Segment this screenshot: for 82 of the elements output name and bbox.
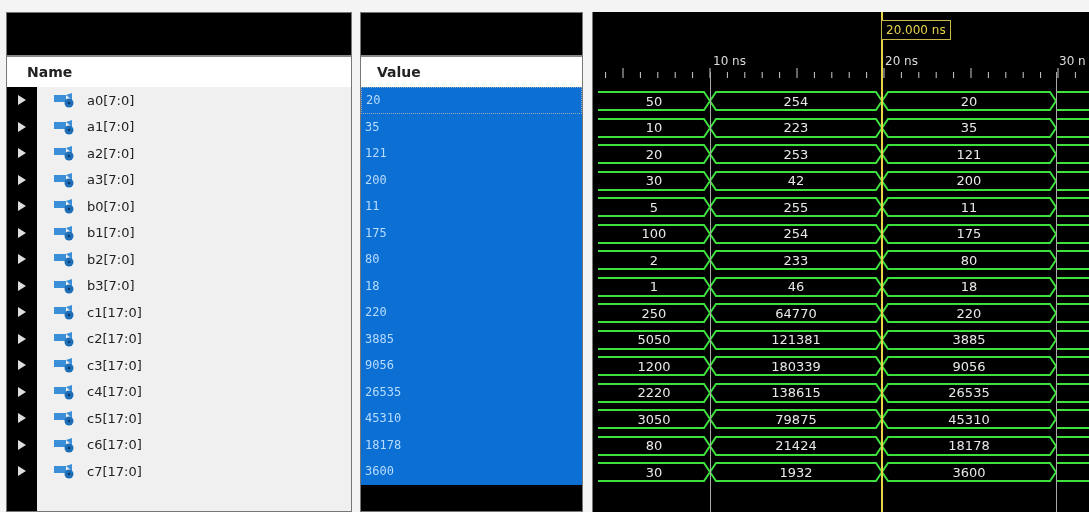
bus-segment: 1 xyxy=(598,273,710,300)
expand-arrow-icon[interactable] xyxy=(17,94,27,107)
signal-value[interactable]: 3600 xyxy=(361,458,582,485)
bus-segment: 250 xyxy=(598,300,710,327)
expand-arrow-icon[interactable] xyxy=(17,438,27,451)
signal-name[interactable]: b0[7:0] xyxy=(87,196,135,216)
signal-name[interactable]: c7[17:0] xyxy=(87,461,142,481)
bus-signal-icon xyxy=(53,251,75,268)
bus-segment: 50 xyxy=(598,88,710,115)
name-column-header[interactable]: Name xyxy=(7,57,351,87)
signal-name[interactable]: c4[17:0] xyxy=(87,382,142,402)
bus-segment: 100 xyxy=(598,220,710,247)
signal-value[interactable]: 18178 xyxy=(361,431,582,458)
signal-name[interactable]: b1[7:0] xyxy=(87,223,135,243)
signal-name[interactable]: c2[17:0] xyxy=(87,329,142,349)
signal-value[interactable]: 11 xyxy=(361,193,582,220)
expand-arrow-icon[interactable] xyxy=(17,200,27,213)
bus-signal-icon xyxy=(53,92,75,109)
signal-name[interactable]: a1[7:0] xyxy=(87,117,135,137)
expand-arrow-icon[interactable] xyxy=(17,253,27,266)
signal-name[interactable]: a3[7:0] xyxy=(87,170,135,190)
cursor-time-label: 20.000 ns xyxy=(881,20,951,40)
expand-arrow-icon[interactable] xyxy=(17,226,27,239)
bus-segment: 2220 xyxy=(598,379,710,406)
signal-value[interactable]: 3885 xyxy=(361,325,582,352)
signal-value[interactable]: 80 xyxy=(361,246,582,273)
signal-name[interactable]: c6[17:0] xyxy=(87,435,142,455)
bus-segment: 5050 xyxy=(598,326,710,353)
time-label: 20 ns xyxy=(885,53,918,70)
bus-signal-icon xyxy=(53,198,75,215)
bus-signal-icon xyxy=(53,357,75,374)
expand-arrow-icon[interactable] xyxy=(17,173,27,186)
bus-signal-icon xyxy=(53,436,75,453)
bus-signal-icon xyxy=(53,171,75,188)
bus-signal-icon xyxy=(53,277,75,294)
signal-value[interactable]: 200 xyxy=(361,166,582,193)
expand-arrow-icon[interactable] xyxy=(17,120,27,133)
bus-signal-icon xyxy=(53,304,75,321)
signal-value[interactable]: 45310 xyxy=(361,405,582,432)
expand-arrow-icon[interactable] xyxy=(17,147,27,160)
bus-signal-icon xyxy=(53,118,75,135)
bus-segment: 2 xyxy=(598,247,710,274)
bus-segment: 3050 xyxy=(598,406,710,433)
time-label: 30 n xyxy=(1059,53,1086,70)
expand-arrow-icon[interactable] xyxy=(17,465,27,478)
signal-name[interactable]: a0[7:0] xyxy=(87,90,135,110)
signal-name[interactable]: a2[7:0] xyxy=(87,143,135,163)
bus-signal-icon xyxy=(53,330,75,347)
signal-name[interactable]: c5[17:0] xyxy=(87,408,142,428)
bus-segment: 1200 xyxy=(598,353,710,380)
signal-name[interactable]: c3[17:0] xyxy=(87,355,142,375)
bus-segment: 20 xyxy=(598,141,710,168)
signal-value[interactable]: 220 xyxy=(361,299,582,326)
expand-arrow-icon[interactable] xyxy=(17,385,27,398)
value-column-header[interactable]: Value xyxy=(361,57,582,87)
signal-value[interactable]: 26535 xyxy=(361,378,582,405)
bus-segment: 30 xyxy=(598,459,710,486)
signal-value[interactable]: 35 xyxy=(361,113,582,140)
expand-arrow-icon[interactable] xyxy=(17,306,27,319)
expand-arrow-icon[interactable] xyxy=(17,359,27,372)
signal-value[interactable]: 9056 xyxy=(361,352,582,379)
bus-signal-icon xyxy=(53,463,75,480)
signal-name[interactable]: b3[7:0] xyxy=(87,276,135,296)
bus-segment: 5 xyxy=(598,194,710,221)
expand-strip[interactable] xyxy=(7,87,37,114)
signal-name[interactable]: c1[17:0] xyxy=(87,302,142,322)
bus-signal-icon xyxy=(53,224,75,241)
bus-segment: 10 xyxy=(598,114,710,141)
bus-signal-icon xyxy=(53,145,75,162)
bus-segment: 30 xyxy=(598,167,710,194)
expand-arrow-icon[interactable] xyxy=(17,412,27,425)
bus-signal-icon xyxy=(53,410,75,427)
bus-signal-icon xyxy=(53,383,75,400)
bus-segment: 80 xyxy=(598,432,710,459)
signal-value[interactable]: 20 xyxy=(361,87,582,114)
waveform-panel[interactable] xyxy=(592,12,1089,512)
expand-arrow-icon[interactable] xyxy=(17,332,27,345)
time-label: 10 ns xyxy=(713,53,746,70)
signal-value[interactable]: 18 xyxy=(361,272,582,299)
signal-name[interactable]: b2[7:0] xyxy=(87,249,135,269)
expand-arrow-icon[interactable] xyxy=(17,279,27,292)
gutter-strip xyxy=(7,484,37,511)
